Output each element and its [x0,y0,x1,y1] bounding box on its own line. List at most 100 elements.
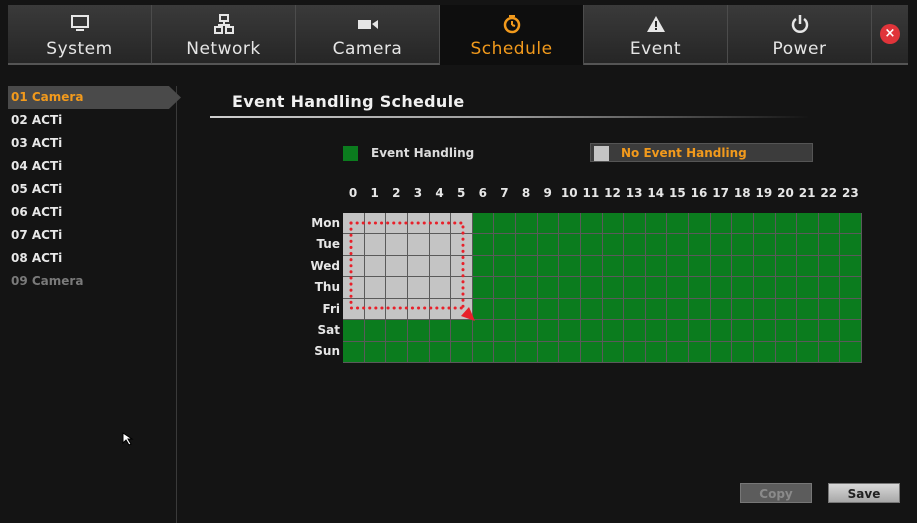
schedule-cell[interactable] [753,213,776,235]
schedule-cell[interactable] [472,213,495,235]
schedule-cell[interactable] [407,277,430,299]
schedule-cell[interactable] [580,277,603,299]
schedule-cell[interactable] [429,234,452,256]
no-event-handling-swatch[interactable] [594,146,609,161]
schedule-cell[interactable] [753,341,776,363]
tab-system[interactable]: System [8,5,152,65]
schedule-cell[interactable] [451,298,473,321]
schedule-cell[interactable] [667,298,689,321]
schedule-cell[interactable] [364,234,387,256]
schedule-cell[interactable] [667,234,689,256]
schedule-cell[interactable] [710,277,733,299]
schedule-cell[interactable] [559,320,581,342]
schedule-cell[interactable] [516,213,538,235]
schedule-cell[interactable] [364,213,387,235]
schedule-cell[interactable] [667,320,689,342]
schedule-cell[interactable] [689,234,711,256]
schedule-cell[interactable] [516,255,538,278]
schedule-cell[interactable] [710,320,733,342]
schedule-cell[interactable] [645,341,668,363]
schedule-cell[interactable] [451,341,473,363]
schedule-cell[interactable] [407,341,430,363]
sidebar-item-camera-05[interactable]: 05 ACTi [8,178,176,201]
schedule-cell[interactable] [537,298,560,321]
schedule-cell[interactable] [840,320,862,342]
schedule-cell[interactable] [343,320,365,342]
schedule-cell[interactable] [818,341,841,363]
schedule-cell[interactable] [667,341,689,363]
schedule-cell[interactable] [710,341,733,363]
schedule-cell[interactable] [818,277,841,299]
schedule-cell[interactable] [451,277,473,299]
schedule-cell[interactable] [429,298,452,321]
schedule-cell[interactable] [494,341,516,363]
schedule-cell[interactable] [580,341,603,363]
schedule-cell[interactable] [537,213,560,235]
schedule-cell[interactable] [429,213,452,235]
schedule-cell[interactable] [732,277,754,299]
sidebar-item-camera-08[interactable]: 08 ACTi [8,247,176,270]
schedule-cell[interactable] [537,341,560,363]
schedule-cell[interactable] [537,277,560,299]
schedule-cell[interactable] [797,341,819,363]
schedule-cell[interactable] [386,320,408,342]
schedule-cell[interactable] [364,341,387,363]
schedule-cell[interactable] [494,277,516,299]
schedule-cell[interactable] [710,255,733,278]
tab-network[interactable]: Network [152,5,296,65]
schedule-cell[interactable] [624,234,646,256]
schedule-cell[interactable] [797,298,819,321]
schedule-cell[interactable] [689,213,711,235]
schedule-cell[interactable] [840,213,862,235]
schedule-cell[interactable] [580,320,603,342]
schedule-cell[interactable] [645,234,668,256]
schedule-cell[interactable] [602,298,625,321]
sidebar-item-camera-03[interactable]: 03 ACTi [8,132,176,155]
schedule-cell[interactable] [818,255,841,278]
schedule-cell[interactable] [451,255,473,278]
schedule-cell[interactable] [775,255,798,278]
schedule-cell[interactable] [775,277,798,299]
sidebar-item-camera-06[interactable]: 06 ACTi [8,201,176,224]
schedule-cell[interactable] [624,341,646,363]
schedule-cell[interactable] [753,320,776,342]
schedule-cell[interactable] [775,234,798,256]
schedule-cell[interactable] [559,298,581,321]
schedule-cell[interactable] [516,277,538,299]
schedule-cell[interactable] [407,255,430,278]
schedule-cell[interactable] [429,320,452,342]
schedule-cell[interactable] [537,234,560,256]
schedule-cell[interactable] [559,277,581,299]
schedule-cell[interactable] [689,341,711,363]
schedule-cell[interactable] [386,298,408,321]
schedule-cell[interactable] [580,234,603,256]
schedule-cell[interactable] [386,341,408,363]
schedule-cell[interactable] [624,277,646,299]
schedule-cell[interactable] [818,234,841,256]
schedule-cell[interactable] [667,277,689,299]
schedule-cell[interactable] [429,341,452,363]
schedule-cell[interactable] [537,320,560,342]
schedule-cell[interactable] [689,255,711,278]
schedule-cell[interactable] [732,213,754,235]
schedule-cell[interactable] [645,320,668,342]
schedule-cell[interactable] [516,320,538,342]
schedule-cell[interactable] [775,320,798,342]
schedule-cell[interactable] [645,277,668,299]
sidebar-item-camera-01[interactable]: 01 Camera [8,86,181,109]
schedule-cell[interactable] [797,213,819,235]
tab-camera[interactable]: Camera [296,5,440,65]
schedule-cell[interactable] [602,255,625,278]
schedule-cell[interactable] [689,277,711,299]
schedule-cell[interactable] [580,255,603,278]
sidebar-item-camera-02[interactable]: 02 ACTi [8,109,176,132]
schedule-cell[interactable] [602,341,625,363]
tab-schedule[interactable]: Schedule [440,5,584,65]
event-handling-swatch[interactable] [343,146,358,161]
schedule-cell[interactable] [602,234,625,256]
schedule-cell[interactable] [753,255,776,278]
schedule-cell[interactable] [343,341,365,363]
schedule-cell[interactable] [732,255,754,278]
schedule-cell[interactable] [343,255,365,278]
schedule-cell[interactable] [645,298,668,321]
